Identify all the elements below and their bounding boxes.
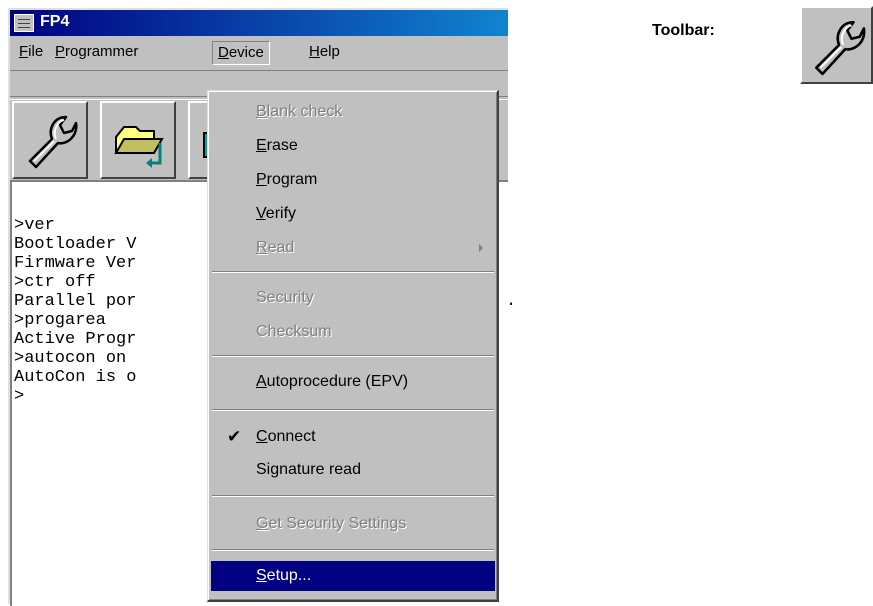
- console-line: AutoCon is o: [14, 368, 137, 387]
- menu-bar: File Programmer Device Help: [10, 38, 508, 66]
- open-folder-icon: [114, 126, 164, 168]
- submenu-arrow-icon: [479, 244, 483, 252]
- menu-item-security[interactable]: Security: [211, 283, 495, 313]
- menu-item-connect[interactable]: ✔ Connect: [211, 422, 495, 452]
- menu-item-erase[interactable]: Erase: [211, 131, 495, 161]
- setup-wrench-button[interactable]: [12, 101, 88, 179]
- wrench-icon: [28, 115, 78, 169]
- menu-item-connect-label: Connect: [256, 428, 316, 445]
- menu-item-checksum[interactable]: Checksum: [211, 317, 495, 347]
- app-icon: [14, 14, 34, 32]
- menu-item-verify[interactable]: Verify: [211, 199, 495, 229]
- menu-item-setup[interactable]: Setup...: [211, 561, 495, 591]
- menu-item-autoprocedure[interactable]: Autoprocedure (EPV): [211, 367, 495, 397]
- console-line: >ctr off: [14, 273, 96, 292]
- title-bar[interactable]: FP4: [10, 10, 508, 36]
- console-trailing-dot: .: [506, 292, 517, 311]
- console-line: >ver: [14, 216, 55, 235]
- menu-separator: [212, 409, 494, 411]
- menu-item-read-label: Read: [256, 239, 295, 256]
- console-line: >autocon on: [14, 349, 127, 368]
- menu-programmer[interactable]: Programmer: [50, 41, 143, 63]
- menu-separator: [212, 271, 494, 273]
- toolbar-note-label: Toolbar:: [652, 22, 715, 39]
- console-line: Firmware Ver: [14, 254, 137, 273]
- menu-separator: [212, 355, 494, 357]
- menu-item-get-security-settings[interactable]: Get Security Settings: [211, 509, 495, 539]
- console-line: Parallel por: [14, 292, 137, 311]
- window-title: FP4: [40, 13, 70, 30]
- checkmark-icon: ✔: [227, 427, 242, 446]
- menu-file[interactable]: File: [14, 41, 48, 63]
- console-line: >: [14, 387, 25, 406]
- wrench-icon: [815, 20, 866, 76]
- device-menu-dropdown: Blank check Erase Program Verify Read Se…: [207, 90, 499, 602]
- menu-separator: [212, 549, 494, 551]
- menu-item-signature-read[interactable]: Signature read: [211, 455, 495, 485]
- console-line: Active Progr: [14, 330, 137, 349]
- menu-help[interactable]: Help: [304, 41, 345, 63]
- menu-separator: [212, 495, 494, 497]
- toolbar-note-wrench-button: [800, 6, 873, 84]
- menu-device[interactable]: Device: [212, 41, 270, 65]
- console-line: Bootloader V: [14, 235, 137, 254]
- menu-item-read[interactable]: Read: [211, 233, 495, 263]
- menu-item-blank-check[interactable]: Blank check: [211, 97, 495, 127]
- menu-item-program[interactable]: Program: [211, 165, 495, 195]
- console-line: >progarea: [14, 311, 106, 330]
- open-file-button[interactable]: [100, 101, 176, 179]
